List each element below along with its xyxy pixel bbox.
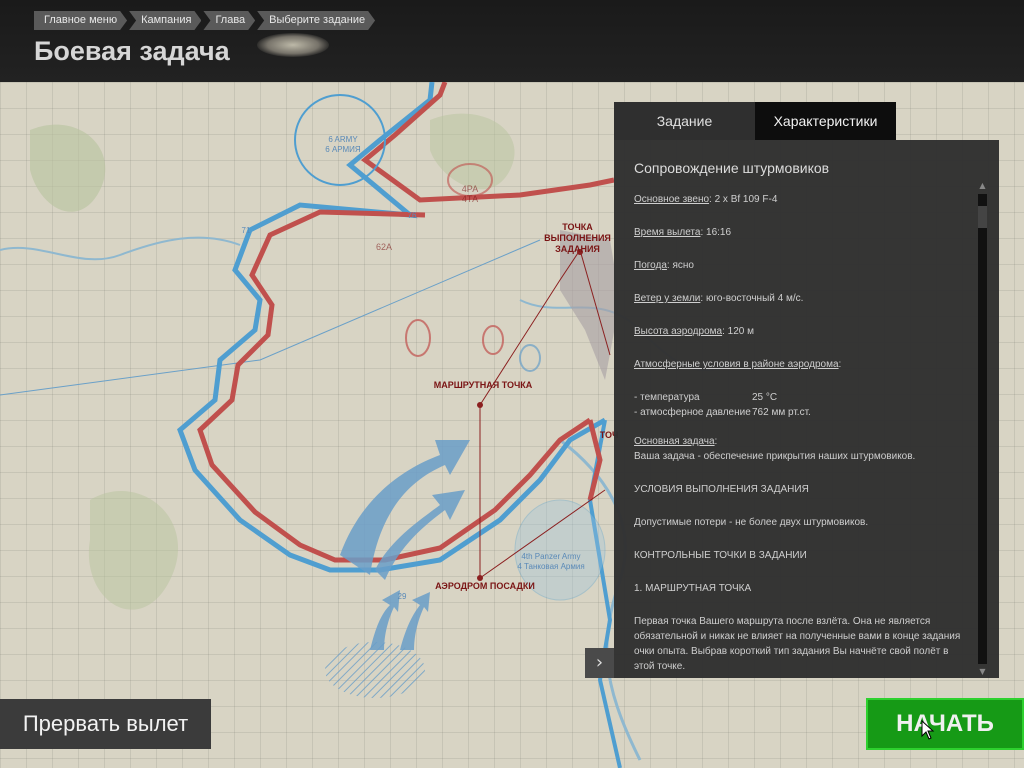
field-label: Ветер у земли [634,293,701,304]
breadcrumb: Главное меню Кампания Глава Выберите зад… [34,11,377,30]
atmo-list: - температура 25 °C - атмосферное давлени… [634,390,969,420]
breadcrumb-select-mission[interactable]: Выберите задание [257,11,375,30]
briefing-content: Сопровождение штурмовиков Основное звено… [634,160,969,670]
briefing-scrollbar[interactable]: ▲ ▼ [978,181,987,676]
army-label-4pz-ru: 4 Танковая Армия [517,562,585,571]
main-task-label: Основная задача [634,436,715,447]
field-label: Атмосферные условия в районе аэродрома [634,359,839,370]
main-task-colon: : [714,436,718,447]
page-title: Боевая задача [34,36,230,66]
main-task-text: Ваша задача - обеспечение прикрытия наши… [634,451,916,462]
atmo-value: 762 мм рт.ст. [752,407,811,418]
map-label-waypoint[interactable]: МАРШРУТНАЯ ТОЧКА [433,380,533,391]
field-value: : 16:16 [700,227,732,238]
field-main-flight: Основное звено: 2 x Bf 109 F-4 [634,192,969,207]
hatched-zone [325,642,425,698]
collapse-panel-button[interactable]: › [585,648,614,678]
field-label: Погода [634,260,667,271]
field-value: : 2 x Bf 109 F-4 [709,194,778,205]
map-label-target-point[interactable]: ТОЧКА ВЫПОЛНЕНИЯ ЗАДАНИЯ [530,222,625,255]
decorative-glow [257,33,329,57]
field-value: : юго-восточный 4 м/с. [700,293,804,304]
unit-label-76: 76 [407,211,417,220]
unit-oval [519,344,541,372]
forest-area [88,491,179,610]
unit-label-62a: 62А [375,242,392,252]
army-label-6-ru: 6 АРМИЯ [325,145,361,154]
army-label-4pz-en: 4th Panzer Army [521,552,581,561]
atmo-label: - атмосферное давление [634,407,751,418]
unit-label-29: 29 [397,592,407,601]
field-ground-wind: Ветер у земли: юго-восточный 4 м/с. [634,291,969,306]
field-atmo-conditions: Атмосферные условия в районе аэродрома: [634,357,969,372]
field-departure-time: Время вылета: 16:16 [634,225,969,240]
field-value: : ясно [666,260,694,271]
river [0,236,241,261]
breadcrumb-main-menu[interactable]: Главное меню [34,11,127,30]
field-label: Основное звено [634,194,710,205]
route-point [477,402,483,408]
field-airfield-altitude: Высота аэродрома: 120 м [634,324,969,339]
briefing-panel: Сопровождение штурмовиков Основное звено… [614,140,999,678]
conditions-heading: УСЛОВИЯ ВЫПОЛНЕНИЯ ЗАДАНИЯ [634,484,809,495]
atmo-label: - температура [634,392,700,403]
chevron-right-icon: › [595,652,604,673]
scroll-down-icon[interactable]: ▼ [978,666,987,678]
unit-oval [482,325,504,355]
breadcrumb-campaign[interactable]: Кампания [129,11,201,30]
atmo-pressure: - атмосферное давление 762 мм рт.ст. [634,405,969,420]
briefing-tabs: Задание Характеристики [614,102,896,140]
scrollbar-thumb[interactable] [978,206,987,228]
field-label: Время вылета [634,227,701,238]
unit-label-4ta: 4ТА [461,194,479,204]
atmo-value: 25 °C [752,392,778,403]
unit-label-71: 71 [241,226,251,235]
forest-area [30,124,106,212]
field-value: : 120 м [722,326,754,337]
breadcrumb-chapter[interactable]: Глава [203,11,255,30]
tab-mission[interactable]: Задание [614,102,755,140]
checkpoints-heading: КОНТРОЛЬНЫЕ ТОЧКИ В ЗАДАНИИ [634,550,807,561]
field-value: : [838,359,842,370]
conditions-text: Допустимые потери - не более двух штурмо… [634,517,869,528]
abort-flight-button[interactable]: Прервать вылет [0,699,211,749]
tab-characteristics[interactable]: Характеристики [755,102,896,140]
unit-oval [405,319,431,357]
atmo-temperature: - температура 25 °C [634,390,969,405]
briefing-title: Сопровождение штурмовиков [634,160,830,176]
army-label-6-en: 6 ARMY [328,135,358,144]
field-label: Высота аэродрома [634,326,723,337]
top-bar: Главное меню Кампания Глава Выберите зад… [0,0,1024,82]
map-label-landing-airfield[interactable]: АЭРОДРОМ ПОСАДКИ [435,581,535,592]
field-weather: Погода: ясно [634,258,969,273]
scroll-up-icon[interactable]: ▲ [978,180,987,192]
checkpoint1-text: Первая точка Вашего маршрута после взлёт… [634,616,961,670]
forest-area [430,113,515,190]
mouse-cursor-icon [921,720,935,740]
main-task: Основная задача: Ваша задача - обеспечени… [634,434,969,464]
start-button[interactable]: НАЧАТЬ [866,698,1024,750]
checkpoint1-heading: 1. МАРШРУТНАЯ ТОЧКА [634,583,752,594]
